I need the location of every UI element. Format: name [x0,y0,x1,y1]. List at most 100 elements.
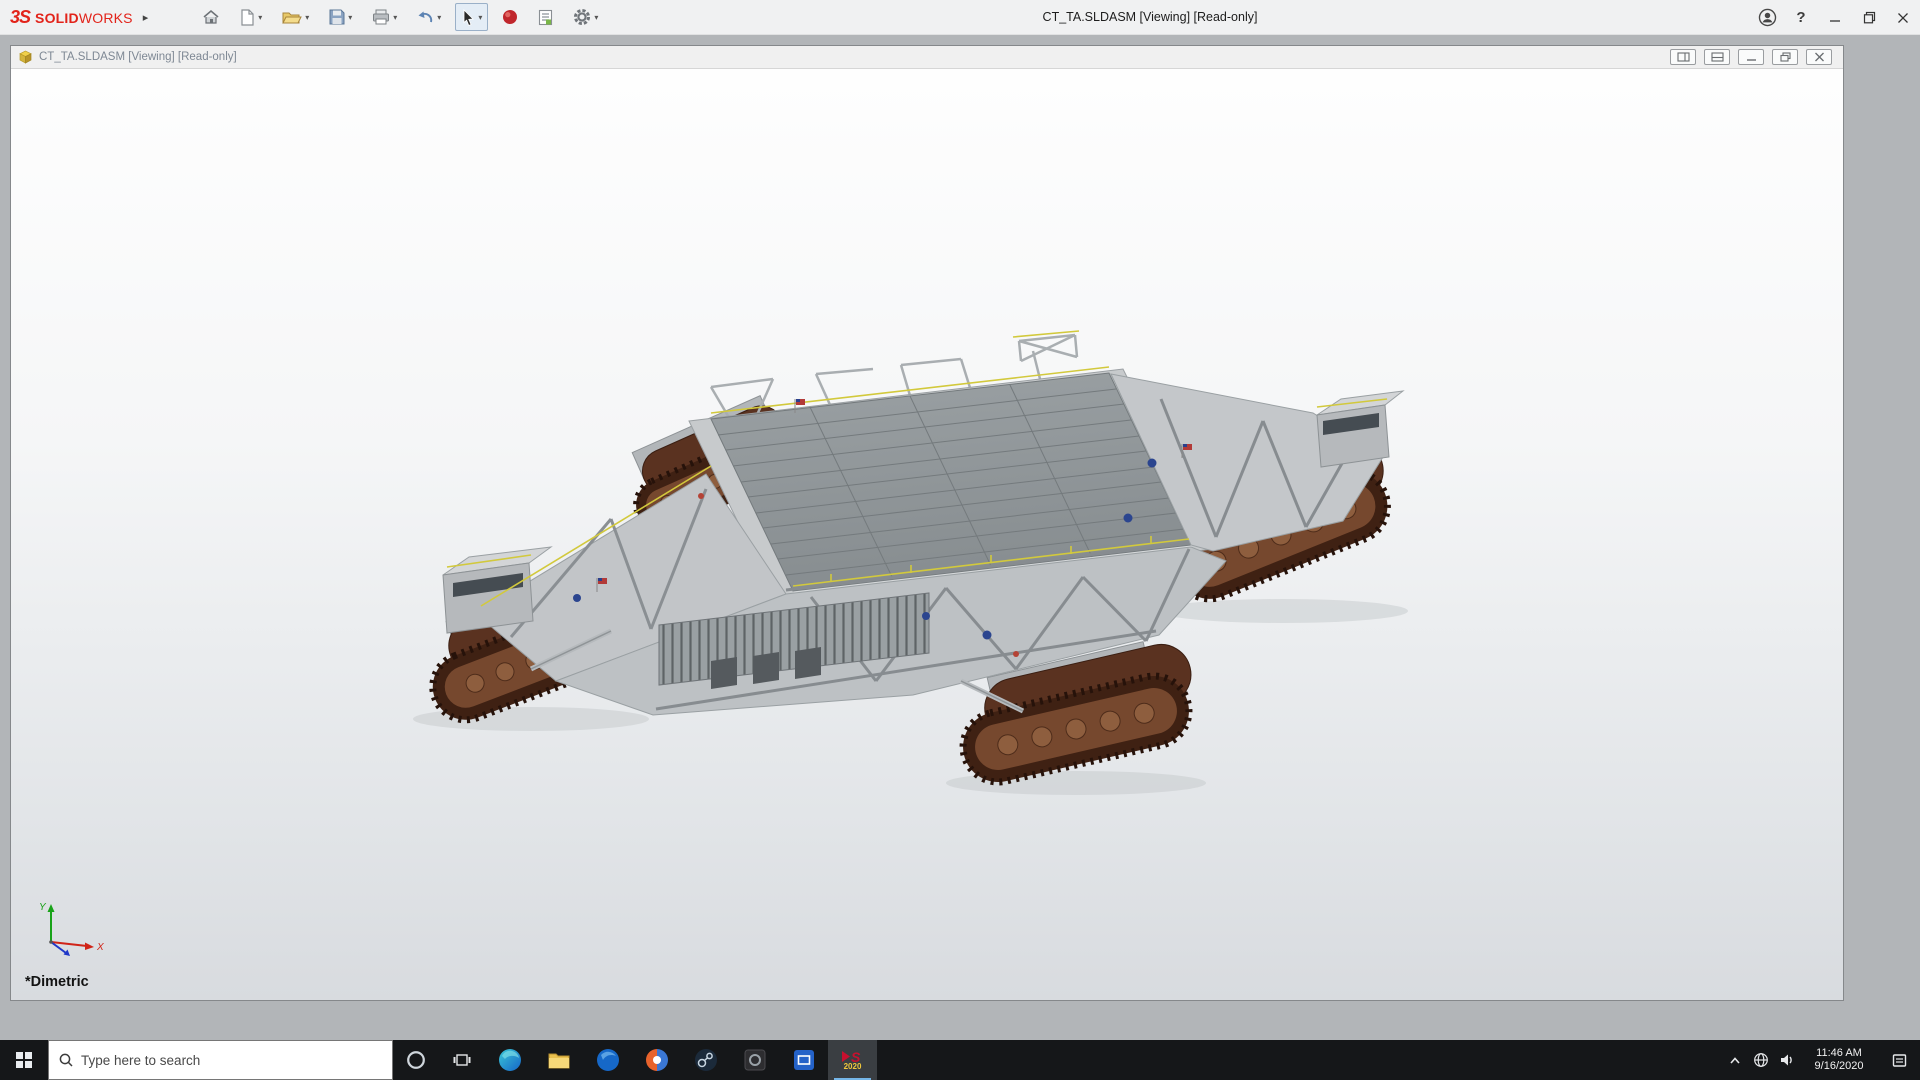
blue-square-app-icon [793,1050,814,1070]
taskbar-icon-solidworks[interactable]: S 2020 [828,1040,877,1080]
tray-volume-button[interactable] [1774,1040,1800,1080]
window-controls: ? [1750,0,1920,35]
open-folder-icon [282,12,303,23]
colorful-app-icon [645,1049,668,1071]
document-title: CT_TA.SLDASM [Viewing] [Read-only] [39,51,237,63]
taskbar-icon-edge[interactable] [485,1040,534,1080]
tray-network-button[interactable] [1748,1040,1774,1080]
restore-button[interactable] [1852,0,1886,35]
document-window: CT_TA.SLDASM [Viewing] [Read-only] Y X *… [10,45,1844,1001]
solidworks-wordmark: SOLIDWORKS [35,9,133,26]
chevron-up-icon [1730,1057,1740,1064]
open-document-button[interactable]: ▾ [276,3,315,31]
mdi-client-area: CT_TA.SLDASM [Viewing] [Read-only] Y X *… [0,35,1920,1040]
options-button[interactable]: ▾ [567,3,604,31]
x-axis-arrow-icon [85,942,94,950]
blue-circle-app-icon [596,1049,619,1071]
graphics-viewport[interactable]: Y X *Dimetric [11,69,1843,1000]
taskbar-icon-steam[interactable] [681,1040,730,1080]
document-window-buttons [1670,49,1832,65]
user-avatar-icon [1758,8,1776,27]
search-icon [59,1053,73,1067]
new-document-icon [241,8,254,26]
action-center-icon [1892,1053,1906,1067]
gear-icon [574,8,591,26]
minimize-icon [1830,19,1840,22]
assembly-document-icon [19,50,32,64]
taskbar-icon-round-blue-app[interactable] [583,1040,632,1080]
app-titlebar: 3S SOLIDWORKS ▸ ▾ ▾ ▾ ▾ ▾ ▾ ▾ CT_TA.SLDA… [0,0,1920,35]
minimize-icon [1746,59,1756,61]
report-list-icon [539,9,553,25]
taskbar-search[interactable] [48,1040,393,1080]
orientation-triad: Y X [39,902,104,956]
help-button[interactable]: ? [1784,0,1818,35]
start-button[interactable] [0,1040,48,1080]
dropdown-arrow-icon[interactable]: ▾ [305,13,309,22]
dark-app-icon [744,1049,765,1071]
dropdown-arrow-icon[interactable]: ▾ [348,13,352,22]
close-icon [1898,12,1908,23]
taskbar-icon-colorful-app[interactable] [632,1040,681,1080]
taskbar-icon-dark-app[interactable] [730,1040,779,1080]
document-titlebar[interactable]: CT_TA.SLDASM [Viewing] [Read-only] [11,46,1843,69]
close-button[interactable] [1886,0,1920,35]
steam-icon [694,1049,717,1071]
select-tool-button[interactable]: ▾ [455,3,489,31]
edge-browser-icon [498,1049,521,1071]
task-view-button[interactable] [439,1040,485,1080]
account-button[interactable] [1750,0,1784,35]
taskbar-icon-file-explorer[interactable] [534,1040,583,1080]
cortana-icon [407,1051,425,1069]
clock-time: 11:46 AM [1816,1047,1862,1059]
home-icon [203,9,219,24]
windows-logo-icon [16,1052,32,1068]
save-icon [329,9,345,25]
home-button[interactable] [196,3,226,31]
record-sphere-icon [503,10,518,24]
dropdown-arrow-icon[interactable]: ▾ [437,13,441,22]
minimize-button[interactable] [1818,0,1852,35]
print-button[interactable]: ▾ [366,3,403,31]
file-explorer-icon [548,1053,569,1069]
solidworks-year-badge: 2020 [843,1062,862,1071]
split-pane-vertical-button[interactable] [1670,49,1696,65]
macro-record-button[interactable] [496,3,524,31]
print-icon [373,9,390,25]
y-axis-label: Y [39,902,47,913]
document-restore-button[interactable] [1772,49,1798,65]
save-button[interactable]: ▾ [323,3,358,31]
solidworks-taskbar-stack: S 2020 [841,1049,865,1071]
dropdown-arrow-icon[interactable]: ▾ [258,13,262,22]
document-minimize-button[interactable] [1738,49,1764,65]
tray-show-hidden-button[interactable] [1722,1040,1748,1080]
cortana-button[interactable] [393,1040,439,1080]
task-pane-button[interactable] [532,3,559,31]
windows-taskbar: S 2020 11:46 AM 9/16/2020 [0,1040,1920,1080]
taskbar-icon-blue-app[interactable] [779,1040,828,1080]
split-horizontal-icon [1710,52,1724,62]
restore-icon [1863,11,1875,24]
document-close-button[interactable] [1806,49,1832,65]
quick-access-toolbar: ▾ ▾ ▾ ▾ ▾ ▾ ▾ [196,3,612,31]
dropdown-arrow-icon[interactable]: ▾ [478,13,482,22]
select-cursor-icon [463,8,475,26]
task-view-icon [453,1054,471,1066]
clock-date: 9/16/2020 [1814,1060,1864,1072]
dropdown-arrow-icon[interactable]: ▾ [393,13,397,22]
undo-icon [418,11,433,23]
search-input[interactable] [81,1052,383,1068]
taskbar-clock[interactable]: 11:46 AM 9/16/2020 [1800,1047,1878,1073]
new-document-button[interactable]: ▾ [234,3,268,31]
model-crawler-transporter [413,330,1408,795]
network-globe-icon [1754,1053,1768,1067]
undo-button[interactable]: ▾ [411,3,447,31]
menu-expand-chevron-icon[interactable]: ▸ [143,11,149,24]
restore-icon [1779,52,1791,62]
dropdown-arrow-icon[interactable]: ▾ [594,13,598,22]
action-center-button[interactable] [1878,1040,1920,1080]
system-tray: 11:46 AM 9/16/2020 [1722,1040,1920,1080]
split-pane-horizontal-button[interactable] [1704,49,1730,65]
dassault-3s-icon: 3S [10,6,31,27]
split-vertical-icon [1676,52,1690,62]
